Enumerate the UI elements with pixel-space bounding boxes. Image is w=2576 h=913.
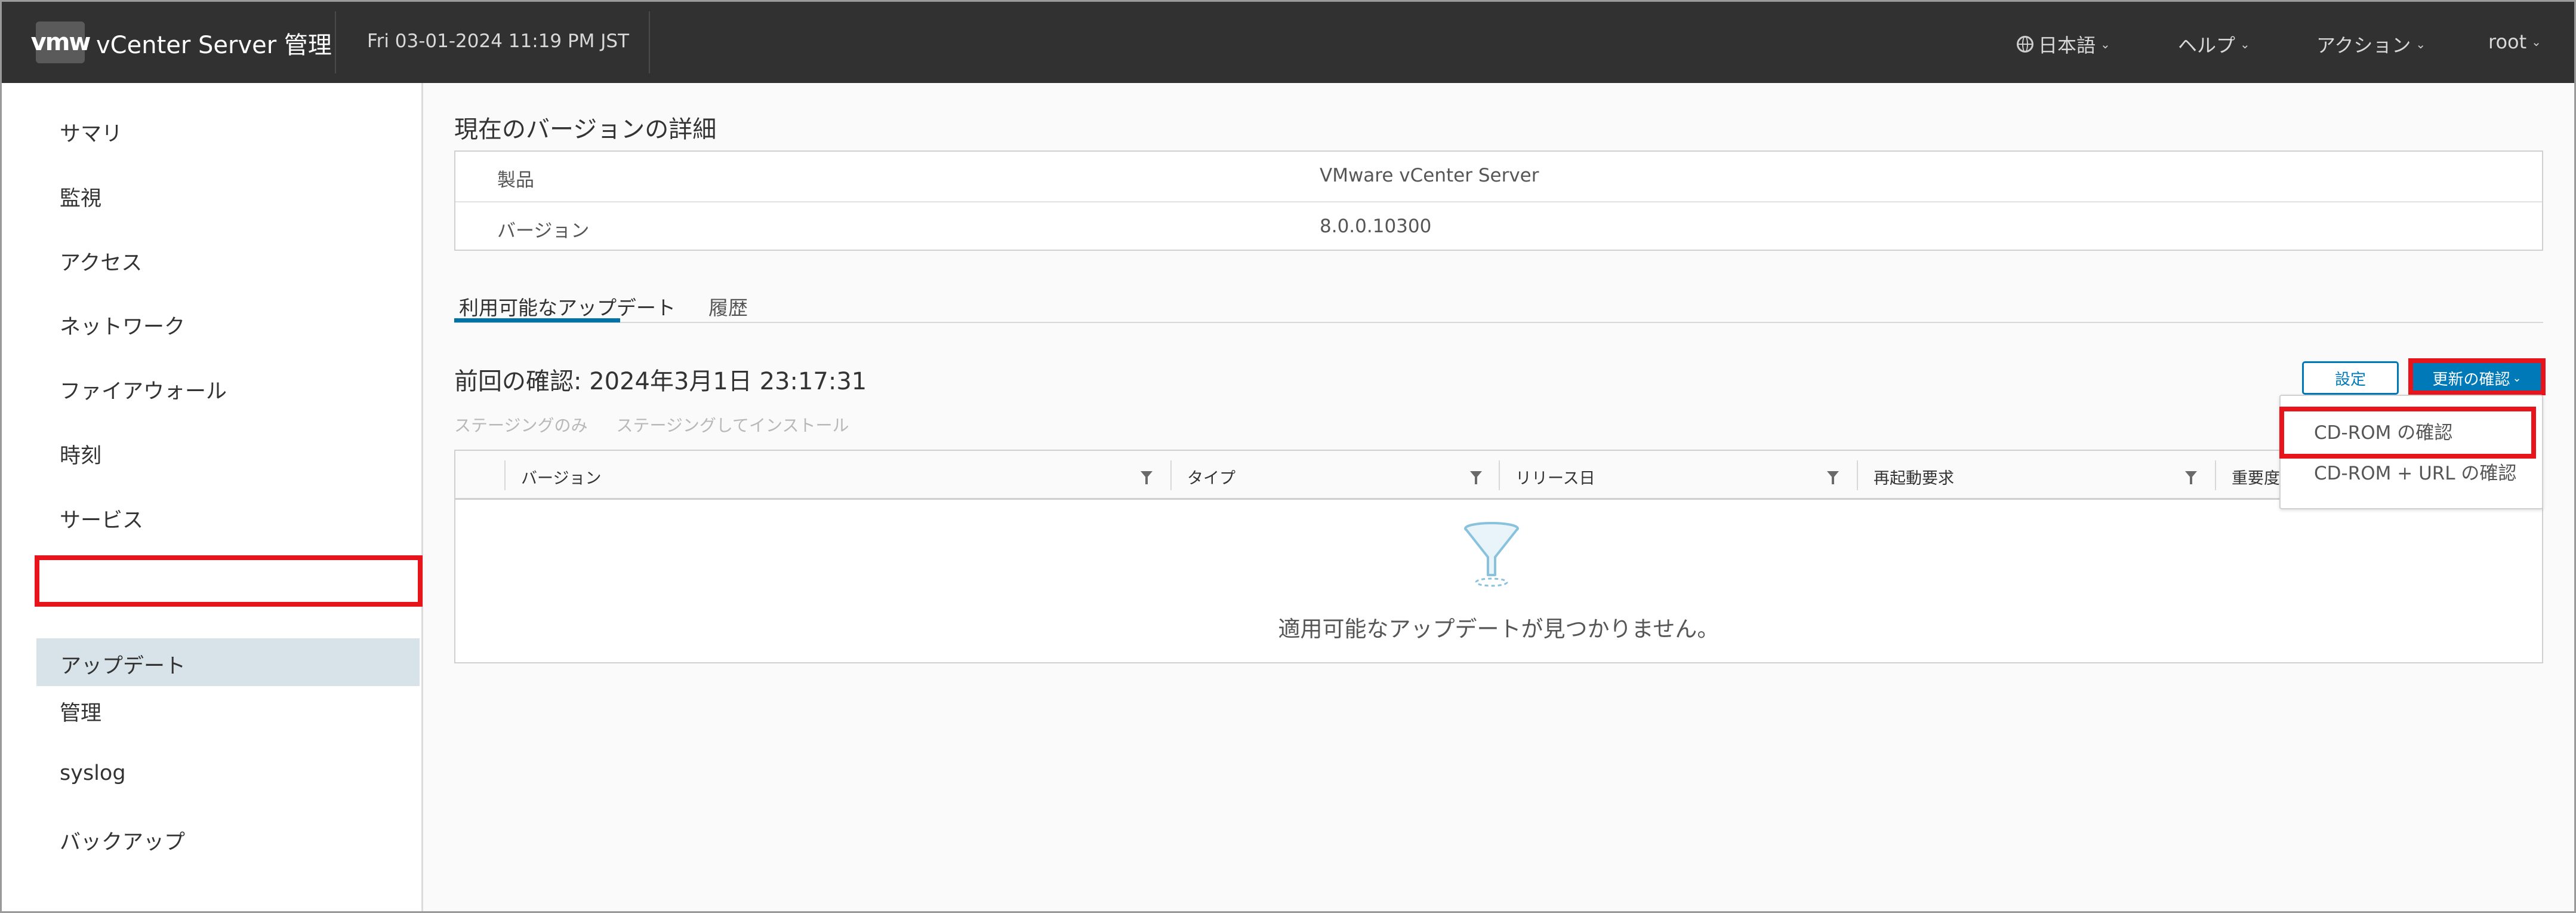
last-check-text: 前回の確認: 2024年3月1日 23:17:31 <box>454 368 867 395</box>
help-menu[interactable]: ヘルプ ⌄ <box>2178 30 2250 58</box>
grid-header: バージョン タイプ リリース日 再起動要求 重要度 <box>455 451 2542 500</box>
stage-actions: ステージングのみ ステージングしてインストール <box>454 413 849 436</box>
filter-icon[interactable] <box>1470 471 1482 484</box>
column-header-type[interactable]: タイプ <box>1187 465 1235 488</box>
actions-label: アクション <box>2316 34 2411 57</box>
language-menu[interactable]: 日本語 ⌄ <box>2017 30 2110 58</box>
empty-state-message: 適用可能なアップデートが見つかりません。 <box>1278 616 1720 642</box>
tab-available-updates[interactable]: 利用可能なアップデート <box>459 292 676 321</box>
sidebar-item-backup[interactable]: バックアップ <box>60 825 185 856</box>
filter-icon[interactable] <box>1141 471 1153 484</box>
version-info-table: 製品 VMware vCenter Server バージョン 8.0.0.103… <box>454 150 2543 251</box>
column-separator <box>2215 460 2216 490</box>
column-header-reboot-required[interactable]: 再起動要求 <box>1874 465 1954 488</box>
sidebar-item-firewall[interactable]: ファイアウォール <box>60 374 227 405</box>
top-header: vmw vCenter Server 管理 Fri 03-01-2024 11:… <box>2 2 2574 83</box>
column-separator <box>504 460 506 490</box>
sidebar-item-label: アップデート <box>60 654 186 678</box>
header-divider <box>335 11 336 73</box>
tab-history[interactable]: 履歴 <box>708 292 748 321</box>
check-updates-dropdown: CD-ROM の確認 CD-ROM + URL の確認 <box>2279 395 2543 509</box>
update-tabs: 利用可能なアップデート 履歴 <box>454 286 2543 323</box>
header-datetime: Fri 03-01-2024 11:19 PM JST <box>367 30 630 52</box>
header-divider <box>649 11 650 73</box>
filter-icon[interactable] <box>2185 471 2197 484</box>
help-label: ヘルプ <box>2178 34 2236 57</box>
sidebar-item-update[interactable]: アップデート <box>36 638 420 686</box>
check-cdrom-option[interactable]: CD-ROM の確認 <box>2314 417 2452 444</box>
sidebar-item-access[interactable]: アクセス <box>60 246 142 276</box>
language-label: 日本語 <box>2038 34 2096 57</box>
updates-grid: バージョン タイプ リリース日 再起動要求 重要度 適用可能なアップデートが見つ… <box>454 450 2543 663</box>
filter-funnel-icon <box>1464 522 1519 587</box>
stage-only-link[interactable]: ステージングのみ <box>454 416 587 435</box>
version-section-title: 現在のバージョンの詳細 <box>454 116 717 143</box>
stage-install-link[interactable]: ステージングしてインストール <box>616 416 849 435</box>
sidebar-item-administration[interactable]: 管理 <box>60 696 101 727</box>
sidebar-item-time[interactable]: 時刻 <box>60 439 101 469</box>
sidebar: サマリ 監視 アクセス ネットワーク ファイアウォール 時刻 サービス アップデ… <box>2 83 423 911</box>
active-tab-indicator <box>454 318 620 322</box>
info-value: 8.0.0.10300 <box>1320 216 1432 237</box>
chevron-down-icon: ⌄ <box>2531 35 2541 49</box>
info-row: バージョン 8.0.0.10300 <box>455 201 2542 251</box>
info-value: VMware vCenter Server <box>1320 165 1539 186</box>
filter-icon[interactable] <box>1827 471 1839 484</box>
column-separator <box>1170 460 1172 490</box>
chevron-down-icon: ⌄ <box>2512 371 2522 385</box>
sidebar-item-monitor[interactable]: 監視 <box>60 182 101 212</box>
app-title: vCenter Server 管理 <box>96 32 332 59</box>
sidebar-item-services[interactable]: サービス <box>60 503 143 534</box>
globe-icon <box>2017 36 2033 53</box>
check-updates-label: 更新の確認 <box>2432 370 2510 389</box>
sidebar-item-network[interactable]: ネットワーク <box>60 310 185 340</box>
chevron-down-icon: ⌄ <box>2240 37 2250 51</box>
column-separator <box>1499 460 1500 490</box>
actions-menu[interactable]: アクション ⌄ <box>2316 30 2426 58</box>
chevron-down-icon: ⌄ <box>2100 37 2110 51</box>
app-window: vmw vCenter Server 管理 Fri 03-01-2024 11:… <box>0 0 2576 913</box>
info-row: 製品 VMware vCenter Server <box>455 152 2542 201</box>
chevron-down-icon: ⌄ <box>2415 37 2426 51</box>
main-content: 現在のバージョンの詳細 製品 VMware vCenter Server バージ… <box>423 83 2574 911</box>
column-header-release-date[interactable]: リリース日 <box>1515 465 1595 488</box>
check-updates-button[interactable]: 更新の確認 ⌄ <box>2412 361 2542 395</box>
column-separator <box>1857 460 1858 490</box>
vmware-logo: vmw <box>31 21 91 63</box>
info-key: 製品 <box>497 170 534 191</box>
column-header-version[interactable]: バージョン <box>521 465 601 488</box>
check-cdrom-url-option[interactable]: CD-ROM + URL の確認 <box>2314 458 2516 485</box>
user-menu[interactable]: root ⌄ <box>2488 30 2541 53</box>
info-key: バージョン <box>497 220 590 242</box>
column-header-severity[interactable]: 重要度 <box>2232 465 2280 488</box>
settings-button[interactable]: 設定 <box>2302 361 2399 395</box>
user-label: root <box>2488 30 2527 53</box>
sidebar-item-syslog[interactable]: syslog <box>60 761 126 785</box>
sidebar-item-summary[interactable]: サマリ <box>60 117 122 147</box>
